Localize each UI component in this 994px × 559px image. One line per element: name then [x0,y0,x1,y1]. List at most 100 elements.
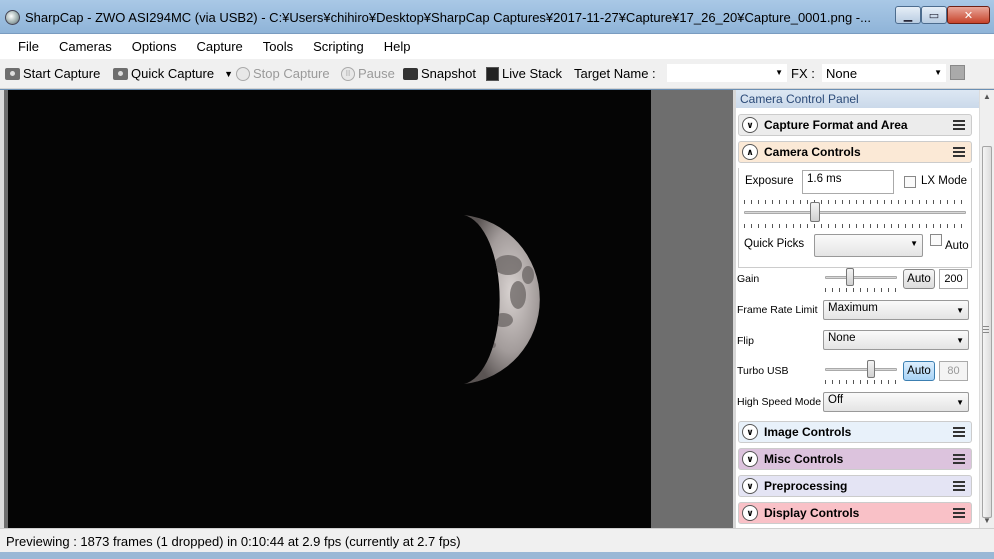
section-capture-format-label: Capture Format and Area [764,118,908,132]
minimize-button[interactable]: ▁ [895,6,921,24]
exposure-slider-ticks-bottom [744,224,966,228]
scrollbar-grip-icon [983,326,989,334]
camera-preview-image [8,90,651,528]
expand-chevron-icon: ∨ [742,424,758,440]
close-button[interactable]: ✕ [947,6,990,24]
live-stack-label: Live Stack [502,66,562,81]
gain-auto-label: Auto [907,273,931,285]
start-capture-button[interactable]: Start Capture [5,66,100,81]
frame-rate-limit-value: Maximum [828,302,878,314]
section-camera-controls[interactable]: ∧ Camera Controls [738,141,972,163]
live-stack-button[interactable]: Live Stack [486,66,562,81]
toolbar-options-button[interactable] [950,65,965,80]
section-display-controls-label: Display Controls [764,506,860,520]
close-icon: ✕ [963,9,974,22]
chevron-down-icon: ▼ [956,398,964,407]
chevron-down-icon: ▼ [934,68,942,77]
camera-control-panel: Camera Control Panel ꝑ ∨ Capture Format … [736,90,994,528]
menu-capture[interactable]: Capture [187,39,253,54]
maximize-button[interactable]: ▭ [921,6,947,24]
chevron-down-icon: ▼ [956,306,964,315]
turbo-usb-slider-thumb[interactable] [867,360,876,378]
expand-chevron-icon: ∨ [742,451,758,467]
turbo-usb-value: 80 [947,365,960,377]
turbo-usb-auto-button[interactable]: Auto [903,361,935,381]
section-image-controls[interactable]: ∨ Image Controls [738,421,972,443]
video-camera-icon [113,67,128,80]
stop-capture-label: Stop Capture [253,66,330,81]
menu-cameras[interactable]: Cameras [49,39,122,54]
preview-area[interactable] [0,90,733,528]
lx-mode-label: LX Mode [921,175,968,187]
expand-chevron-icon: ∨ [742,117,758,133]
hamburger-menu-icon[interactable] [953,147,965,157]
menu-scripting[interactable]: Scripting [303,39,374,54]
quick-capture-label: Quick Capture [131,66,215,81]
scroll-up-icon[interactable]: ▲ [983,92,991,101]
minimize-icon: ▁ [903,9,913,22]
moon-image [464,215,540,384]
camera-icon [403,67,418,80]
section-display-controls[interactable]: ∨ Display Controls [738,502,972,524]
turbo-usb-slider-ticks [825,380,897,384]
collapse-chevron-icon: ∧ [742,144,758,160]
sharpcap-app-icon [5,10,20,25]
target-name-combo[interactable]: ▼ [666,63,788,83]
section-preprocessing[interactable]: ∨ Preprocessing [738,475,972,497]
menu-options[interactable]: Options [122,39,187,54]
pause-button[interactable]: II Pause [341,66,395,81]
gain-slider-track[interactable] [825,276,897,279]
title-bar: SharpCap - ZWO ASI294MC (via USB2) - C:¥… [0,0,994,34]
fx-value: None [826,66,858,81]
exposure-input[interactable]: 1.6 ms [802,170,894,194]
hamburger-menu-icon[interactable] [953,508,965,518]
high-speed-mode-value: Off [828,394,844,406]
high-speed-mode-dropdown[interactable]: Off ▼ [823,392,969,412]
hamburger-menu-icon[interactable] [953,427,965,437]
quick-picks-dropdown[interactable]: ▼ [814,234,923,257]
exposure-slider-thumb[interactable] [809,202,820,222]
turbo-usb-value-input[interactable]: 80 [939,361,968,381]
pause-icon: II [341,66,355,81]
turbo-usb-slider-track[interactable] [825,368,897,371]
gain-auto-button[interactable]: Auto [903,269,935,289]
exposure-auto-checkbox[interactable] [930,234,942,246]
exposure-auto-label: Auto [945,240,969,252]
scroll-down-icon[interactable]: ▼ [983,516,991,525]
menu-bar: File Cameras Options Capture Tools Scrip… [0,34,994,59]
exposure-slider-ticks [744,200,966,204]
menu-help[interactable]: Help [374,39,421,54]
flip-value: None [828,332,856,344]
gain-slider-thumb[interactable] [846,268,855,286]
fx-combo[interactable]: None ▼ [821,63,947,83]
section-preprocessing-label: Preprocessing [764,479,848,493]
exposure-slider-track[interactable] [744,211,966,214]
hamburger-menu-icon[interactable] [953,120,965,130]
panel-header: Camera Control Panel [736,90,994,108]
section-misc-controls[interactable]: ∨ Misc Controls [738,448,972,470]
stop-capture-button[interactable]: Stop Capture [236,66,330,81]
section-camera-controls-label: Camera Controls [764,145,861,159]
target-name-label: Target Name : [574,66,656,81]
exposure-value: 1.6 ms [807,173,842,185]
hamburger-menu-icon[interactable] [953,454,965,464]
quick-capture-dropdown-icon[interactable]: ▼ [224,69,233,79]
frame-rate-limit-dropdown[interactable]: Maximum ▼ [823,300,969,320]
exposure-label: Exposure [745,175,794,187]
gain-value-input[interactable]: 200 [939,269,968,289]
panel-title: Camera Control Panel [740,92,859,106]
snapshot-label: Snapshot [421,66,476,81]
gain-slider-ticks [825,288,897,292]
snapshot-button[interactable]: Snapshot [403,66,476,81]
hamburger-menu-icon[interactable] [953,481,965,491]
lx-mode-checkbox[interactable] [904,176,916,188]
quick-capture-button[interactable]: Quick Capture ▼ [113,66,233,81]
menu-tools[interactable]: Tools [253,39,303,54]
panel-scrollbar[interactable]: ▲ ▼ [979,90,994,528]
stop-icon [236,66,250,81]
menu-file[interactable]: File [8,39,49,54]
flip-dropdown[interactable]: None ▼ [823,330,969,350]
chevron-down-icon: ▼ [775,68,783,77]
chevron-down-icon: ▼ [910,239,918,248]
section-capture-format[interactable]: ∨ Capture Format and Area [738,114,972,136]
